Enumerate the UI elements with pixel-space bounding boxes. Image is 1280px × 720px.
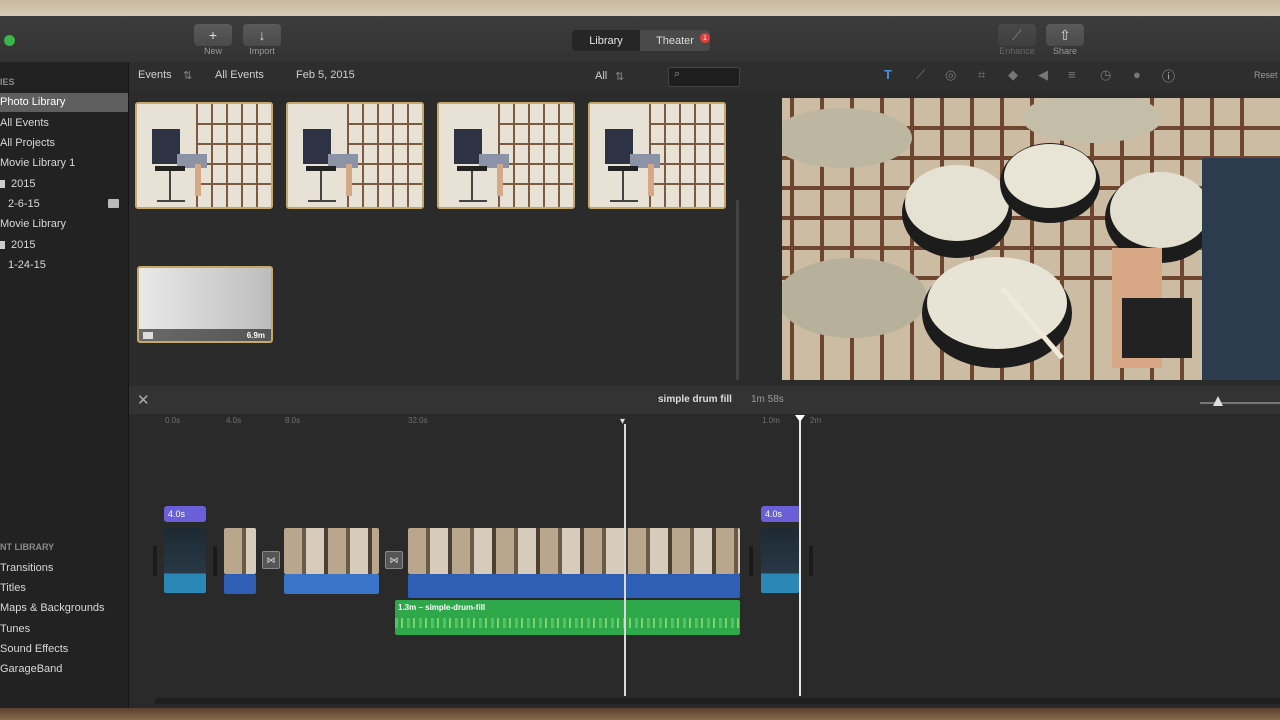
zoom-window-button[interactable] — [4, 35, 15, 46]
sidebar-item-all-events[interactable]: All Events — [0, 117, 49, 129]
cursor-icon: ▾ — [620, 416, 626, 427]
music-clip-label: 1.3m – simple-drum-fill — [398, 603, 486, 612]
volume-icon[interactable]: ◀ — [1038, 67, 1048, 83]
video-clip-1-audio — [224, 574, 256, 594]
clip-trim-handle[interactable] — [213, 546, 217, 576]
magic-wand-icon: ⟋ — [1012, 26, 1022, 43]
timeline-tick: 0.0s — [165, 416, 181, 425]
timeline-scrollbar[interactable] — [155, 698, 1280, 704]
clip-thumbnail-3[interactable] — [437, 102, 575, 209]
libraries-heading: IES — [0, 77, 15, 87]
background-clip-1[interactable] — [164, 528, 206, 593]
title-tool-icon[interactable]: T — [884, 67, 892, 82]
content-item-sound-effects[interactable]: Sound Effects — [0, 643, 68, 655]
import-label: Import — [249, 46, 275, 56]
clip-trim-handle[interactable] — [809, 546, 813, 576]
sidebar-item-2015-a[interactable]: 2015 — [11, 178, 35, 190]
video-preview[interactable] — [782, 98, 1280, 380]
share-button[interactable]: ⇧ — [1046, 24, 1084, 46]
close-icon[interactable]: ✕ — [137, 391, 150, 409]
sidebar-item-2015-b[interactable]: 2015 — [11, 239, 35, 251]
content-item-maps-backgrounds[interactable]: Maps & Backgrounds — [0, 602, 105, 614]
title-clip-2[interactable]: 4.0s — [761, 506, 801, 522]
color-correction-icon[interactable]: ◎ — [945, 67, 956, 83]
theater-tab[interactable]: Theater — [640, 30, 710, 51]
folder-icon — [0, 241, 5, 249]
browser-scrollbar[interactable] — [736, 200, 739, 380]
theater-badge: 1 — [700, 33, 710, 43]
content-item-titles[interactable]: Titles — [0, 582, 26, 594]
playhead-handle[interactable] — [795, 415, 805, 422]
project-duration: 1m 58s — [751, 394, 784, 405]
sidebar-item-photo-library[interactable]: Photo Library — [0, 96, 65, 108]
desktop-background-top — [0, 0, 1280, 16]
search-icon: ⌕ — [674, 68, 681, 80]
zoom-slider-track[interactable] — [1200, 402, 1280, 404]
speed-icon[interactable]: ◷ — [1100, 67, 1111, 83]
timeline-tick: 1.0m — [762, 416, 780, 425]
clip-trim-handle[interactable] — [153, 546, 157, 576]
stabilization-icon[interactable]: ◆ — [1008, 67, 1018, 83]
video-clip-1[interactable] — [224, 528, 256, 574]
zoom-slider-knob[interactable] — [1213, 396, 1223, 406]
video-clip-3-audio — [408, 574, 740, 598]
transition-icon[interactable]: ⋈ — [385, 551, 403, 569]
clip-thumbnail-1[interactable] — [135, 102, 273, 209]
project-title: simple drum fill — [658, 394, 732, 405]
timeline-tick: 4.0s — [226, 416, 242, 425]
filter-icon[interactable]: ● — [1133, 67, 1141, 82]
sidebar-item-movie-library-1[interactable]: Movie Library 1 — [0, 157, 75, 169]
info-icon[interactable]: ⓘ — [1162, 66, 1175, 85]
content-library-heading: NT LIBRARY — [0, 542, 55, 552]
playhead[interactable] — [799, 420, 801, 696]
video-clip-3[interactable] — [408, 528, 740, 574]
breadcrumb-all-events[interactable]: All Events — [215, 69, 264, 81]
sidebar-item-2-6-15[interactable]: 2-6-15 — [8, 198, 40, 210]
music-clip[interactable]: 1.3m – simple-drum-fill — [395, 600, 740, 635]
library-tab[interactable]: Library — [572, 30, 640, 51]
timeline-tick: 2m — [810, 416, 822, 425]
clip-thumbnail-5[interactable]: 6.9m — [137, 266, 273, 343]
timeline-tick: 32.0s — [408, 416, 428, 425]
events-dropdown[interactable]: Events — [138, 69, 172, 81]
clip-duration-label: 6.9m — [246, 331, 265, 340]
sidebar-item-1-24-15[interactable]: 1-24-15 — [8, 259, 46, 271]
background-clip-2[interactable] — [761, 528, 799, 593]
sidebar-item-movie-library[interactable]: Movie Library — [0, 218, 66, 230]
import-arrow-icon: ↓ — [258, 27, 266, 43]
content-item-transitions[interactable]: Transitions — [0, 562, 53, 574]
music-waveform — [395, 618, 740, 628]
enhance-button[interactable]: ⟋ — [998, 24, 1036, 46]
import-button[interactable]: ↓ — [243, 24, 281, 46]
crop-icon[interactable]: ⌗ — [978, 67, 985, 83]
breadcrumb-date[interactable]: Feb 5, 2015 — [296, 69, 355, 81]
skimmer-line — [624, 424, 626, 696]
camera-icon — [143, 332, 153, 339]
content-item-garageband[interactable]: GarageBand — [0, 663, 62, 675]
new-button[interactable]: + — [194, 24, 232, 46]
timeline-tick: 8.0s — [285, 416, 301, 425]
transition-icon[interactable]: ⋈ — [262, 551, 280, 569]
share-label: Share — [1052, 46, 1078, 56]
share-icon: ⇧ — [1059, 26, 1071, 43]
clip-thumbnail-4[interactable] — [588, 102, 726, 209]
reset-button[interactable]: Reset — [1254, 70, 1278, 80]
plus-icon: + — [208, 27, 218, 43]
chevron-updown-icon: ⇅ — [183, 70, 193, 82]
noise-reduction-icon[interactable]: ≡ — [1068, 67, 1076, 82]
clip-trim-handle[interactable] — [749, 546, 753, 576]
sidebar-item-all-projects[interactable]: All Projects — [0, 137, 55, 149]
clip-thumbnail-2[interactable] — [286, 102, 424, 209]
title-clip-1[interactable]: 4.0s — [164, 506, 206, 522]
content-item-tunes[interactable]: Tunes — [0, 623, 30, 635]
folder-icon — [0, 180, 5, 188]
color-balance-icon[interactable]: ⟋ — [916, 67, 925, 83]
video-clip-2[interactable] — [284, 528, 379, 574]
desktop-background-bottom — [0, 708, 1280, 720]
chevron-updown-icon: ⇅ — [615, 71, 625, 83]
video-clip-2-audio — [284, 574, 379, 594]
filter-dropdown[interactable]: All — [595, 70, 607, 82]
event-film-icon — [108, 199, 119, 208]
